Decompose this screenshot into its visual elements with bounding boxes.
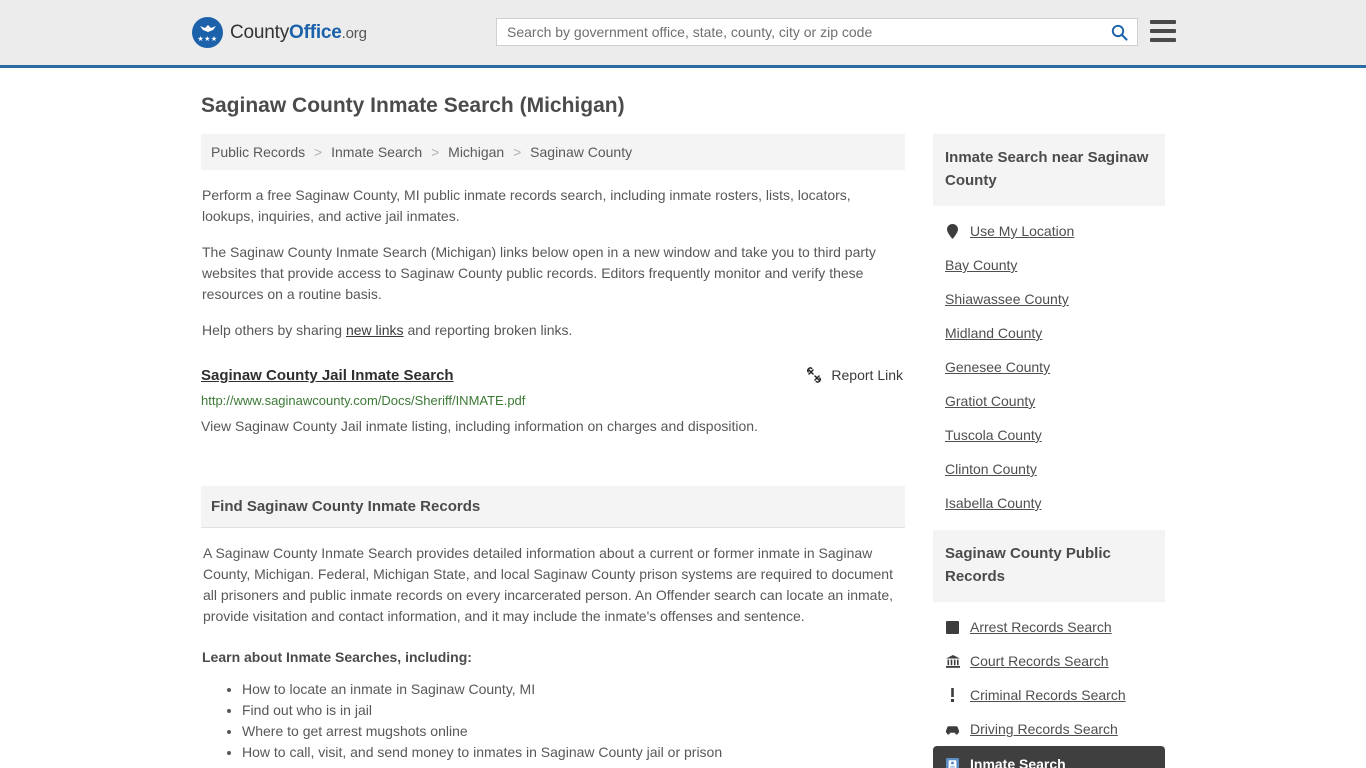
logo-wordmark: CountyOffice.org (230, 22, 367, 44)
breadcrumb-separator: > (314, 144, 323, 160)
sidebar-item-label[interactable]: Driving Records Search (970, 721, 1118, 737)
section-paragraph: A Saginaw County Inmate Search provides … (203, 545, 894, 624)
eagle-icon (199, 25, 216, 32)
sidebar-item-label[interactable]: Shiawassee County (945, 291, 1069, 307)
sidebar-item-shiawassee-county[interactable]: Shiawassee County (933, 282, 1165, 316)
list-item: When someone will get out of jail or pri… (242, 763, 904, 768)
county-office-emblem-icon: ★★★ (192, 17, 223, 48)
sidebar-near-heading: Inmate Search near Saginaw County (933, 134, 1165, 206)
sidebar-near-box: Inmate Search near Saginaw County Use My… (933, 134, 1165, 520)
sidebar-item-label[interactable]: Criminal Records Search (970, 687, 1126, 703)
section-lead-in: Learn about Inmate Searches, including: (202, 649, 472, 665)
sidebar-item-inmate-search[interactable]: Inmate Search (933, 746, 1165, 768)
breadcrumb-item-michigan[interactable]: Michigan (448, 144, 504, 160)
page-body: Saginaw County Inmate Search (Michigan) … (0, 94, 1366, 768)
result-title-link[interactable]: Saginaw County Jail Inmate Search (201, 367, 454, 384)
sidebar-item-label[interactable]: Isabella County (945, 495, 1042, 511)
sidebar-records-list: Arrest Records Search Court Records Sear… (933, 602, 1165, 768)
intro-paragraph-2: The Saginaw County Inmate Search (Michig… (202, 244, 876, 302)
sidebar-item-criminal-records-search[interactable]: Criminal Records Search (933, 678, 1165, 712)
exclamation-icon (945, 688, 960, 703)
result-header-row: Saginaw County Jail Inmate Search Report… (201, 367, 905, 384)
breadcrumb-separator: > (431, 144, 440, 160)
hamburger-bar-3 (1150, 38, 1176, 42)
page-title: Saginaw County Inmate Search (Michigan) (201, 94, 625, 117)
sidebar-item-midland-county[interactable]: Midland County (933, 316, 1165, 350)
intro-paragraph-3: Help others by sharing new links and rep… (201, 320, 905, 341)
hamburger-bar-2 (1150, 29, 1176, 33)
hamburger-menu-icon[interactable] (1150, 20, 1176, 42)
sidebar-item-arrest-records-search[interactable]: Arrest Records Search (933, 610, 1165, 644)
sidebar-item-label[interactable]: Arrest Records Search (970, 619, 1112, 635)
fingerprint-icon (945, 620, 960, 635)
sidebar-item-label[interactable]: Bay County (945, 257, 1017, 273)
sidebar-item-court-records-search[interactable]: Court Records Search (933, 644, 1165, 678)
id-card-icon (945, 757, 960, 768)
sidebar-records-heading: Saginaw County Public Records (933, 530, 1165, 602)
breadcrumb: Public Records > Inmate Search > Michiga… (201, 134, 905, 170)
intro-paragraph-1: Perform a free Saginaw County, MI public… (202, 187, 851, 224)
sidebar-item-gratiot-county[interactable]: Gratiot County (933, 384, 1165, 418)
logo-text-org: .org (341, 24, 367, 42)
search-input[interactable] (497, 19, 1101, 45)
sidebar: Inmate Search near Saginaw County Use My… (933, 134, 1165, 768)
sidebar-records-box: Saginaw County Public Records Arrest Rec… (933, 530, 1165, 768)
sidebar-item-label[interactable]: Gratiot County (945, 393, 1035, 409)
report-link-button[interactable]: Report Link (806, 367, 905, 383)
breadcrumb-item-inmate-search[interactable]: Inmate Search (331, 144, 422, 160)
breadcrumb-item-saginaw-county[interactable]: Saginaw County (530, 144, 632, 160)
sidebar-item-label[interactable]: Midland County (945, 325, 1042, 341)
sidebar-item-label[interactable]: Genesee County (945, 359, 1050, 375)
content-container: Saginaw County Inmate Search (Michigan) … (193, 94, 1173, 768)
new-links-link[interactable]: new links (346, 322, 404, 338)
learn-about-list: How to locate an inmate in Saginaw Count… (202, 679, 904, 768)
sidebar-item-use-my-location[interactable]: Use My Location (933, 214, 1165, 248)
main-column: Public Records > Inmate Search > Michiga… (193, 134, 905, 768)
result-url: http://www.saginawcounty.com/Docs/Sherif… (201, 393, 526, 408)
sidebar-item-label[interactable]: Clinton County (945, 461, 1037, 477)
list-item: Find out who is in jail (242, 700, 904, 720)
search-bar[interactable] (496, 18, 1138, 46)
section-body: A Saginaw County Inmate Search provides … (201, 543, 905, 768)
list-item: Where to get arrest mugshots online (242, 721, 904, 741)
sidebar-item-isabella-county[interactable]: Isabella County (933, 486, 1165, 520)
site-logo[interactable]: ★★★ CountyOffice.org (192, 17, 367, 48)
share-text-before: Help others by sharing (202, 322, 346, 338)
section-heading: Find Saginaw County Inmate Records (201, 486, 905, 528)
map-pin-icon (945, 223, 960, 239)
breadcrumb-item-public-records[interactable]: Public Records (211, 144, 305, 160)
sidebar-item-label[interactable]: Tuscola County (945, 427, 1042, 443)
list-item: How to call, visit, and send money to in… (242, 742, 904, 762)
breadcrumb-separator: > (513, 144, 522, 160)
sidebar-near-list: Use My Location Bay County Shiawassee Co… (933, 206, 1165, 520)
sidebar-item-clinton-county[interactable]: Clinton County (933, 452, 1165, 486)
result-description: View Saginaw County Jail inmate listing,… (201, 418, 758, 434)
result-entry: Saginaw County Jail Inmate Search Report… (201, 367, 905, 446)
broken-link-icon (807, 367, 822, 383)
search-button[interactable] (1101, 19, 1137, 45)
logo-text-office: Office (289, 21, 342, 43)
list-item: How to locate an inmate in Saginaw Count… (242, 679, 904, 699)
find-records-section: Find Saginaw County Inmate Records A Sag… (201, 486, 905, 768)
site-header: ★★★ CountyOffice.org (0, 0, 1366, 68)
sidebar-item-label[interactable]: Court Records Search (970, 653, 1109, 669)
sidebar-item-label[interactable]: Use My Location (970, 223, 1074, 239)
courthouse-icon (945, 654, 960, 669)
logo-text-county: County (230, 21, 290, 43)
sidebar-item-driving-records-search[interactable]: Driving Records Search (933, 712, 1165, 746)
sidebar-item-label: Inmate Search (970, 756, 1066, 768)
report-link-label: Report Link (831, 367, 903, 383)
sidebar-item-tuscola-county[interactable]: Tuscola County (933, 418, 1165, 452)
search-icon (1111, 24, 1128, 41)
hamburger-bar-1 (1150, 20, 1176, 24)
share-text-after: and reporting broken links. (403, 322, 573, 338)
two-column-layout: Public Records > Inmate Search > Michiga… (193, 134, 1173, 768)
car-icon (945, 722, 960, 737)
sidebar-item-genesee-county[interactable]: Genesee County (933, 350, 1165, 384)
sidebar-item-bay-county[interactable]: Bay County (933, 248, 1165, 282)
stars-glyph: ★★★ (197, 36, 218, 43)
